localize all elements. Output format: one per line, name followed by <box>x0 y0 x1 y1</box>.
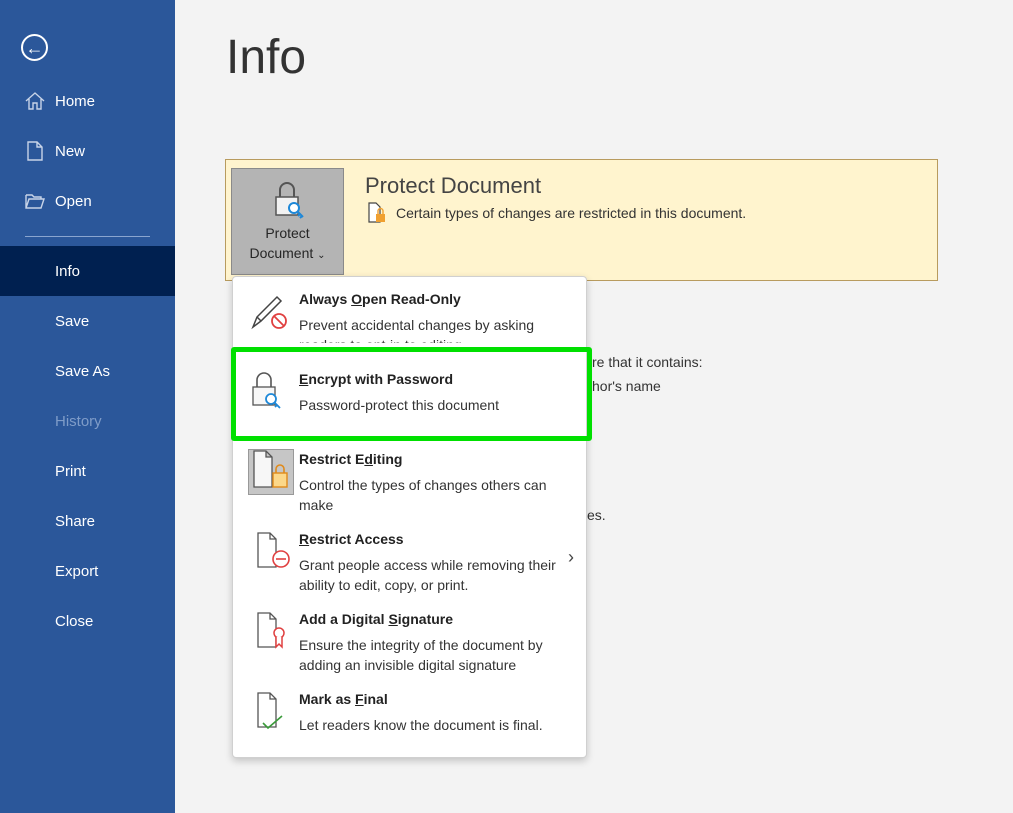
sidebar-item-label: Home <box>55 92 96 110</box>
sidebar-item-open[interactable]: Open <box>0 176 175 226</box>
protect-document-button[interactable]: Protect Document ⌄ <box>231 168 344 275</box>
sidebar-item-save[interactable]: Save <box>0 296 175 346</box>
inspect-text: re that it contains: <box>592 354 703 370</box>
sidebar-item-home[interactable]: Home <box>0 76 175 126</box>
sidebar-item-share[interactable]: Share <box>0 496 175 546</box>
sidebar-item-label: Share <box>55 512 96 530</box>
sidebar-item-label: Print <box>55 462 86 480</box>
access-key: F <box>355 691 364 707</box>
menu-title-part: Always <box>299 291 352 307</box>
document-restricted-icon <box>257 532 290 568</box>
inspect-text: es. <box>587 507 606 523</box>
back-arrow-icon[interactable]: ← <box>21 34 48 61</box>
sidebar-divider <box>25 236 150 237</box>
sidebar-item-label: Export <box>55 562 99 580</box>
sidebar-item-label: Save <box>55 312 90 330</box>
sidebar-item-label: Open <box>55 192 92 210</box>
button-label: Protect <box>265 225 310 241</box>
menu-item-description: Prevent accidental changes by asking rea… <box>299 317 535 343</box>
menu-item-restrict-access[interactable]: Restrict Access Grant people access whil… <box>233 521 586 601</box>
menu-item-description: Let readers know the document is final. <box>299 717 543 733</box>
menu-title-part: estrict Access <box>309 531 404 547</box>
sidebar-item-export[interactable]: Export <box>0 546 175 596</box>
menu-item-description: Control the types of changes others can … <box>299 477 547 513</box>
access-key: S <box>388 611 398 627</box>
sidebar-item-label: New <box>55 142 86 160</box>
button-label: Document <box>249 245 314 261</box>
pencil-prohibited-icon <box>251 295 287 330</box>
sidebar-item-history: History <box>0 396 175 446</box>
menu-item-mark-as-final[interactable]: Mark as Final Let readers know the docum… <box>233 681 586 761</box>
page-title: Info <box>226 31 307 84</box>
sidebar-item-label: Close <box>55 612 94 630</box>
document-ribbon-icon <box>257 612 285 649</box>
home-icon <box>25 92 45 110</box>
document-lock-icon <box>253 450 288 488</box>
chevron-down-icon: ⌄ <box>317 250 326 261</box>
sidebar-item-new[interactable]: New <box>0 126 175 176</box>
menu-item-description: Grant people access while removing their… <box>299 557 556 593</box>
protect-heading: Protect Document <box>365 173 542 198</box>
new-document-icon <box>27 141 43 161</box>
menu-title-part: Add a Digital <box>299 611 389 627</box>
menu-item-description: Ensure the integrity of the document by … <box>299 637 543 673</box>
menu-title-part: inal <box>363 691 388 707</box>
document-check-icon <box>257 692 283 730</box>
sidebar-item-print[interactable]: Print <box>0 446 175 496</box>
access-key: d <box>364 451 373 467</box>
menu-title-part: ignature <box>397 611 454 627</box>
menu-item-add-digital-signature[interactable]: Add a Digital Signature Ensure the integ… <box>233 601 586 681</box>
protect-description: Certain types of changes are restricted … <box>396 205 747 221</box>
access-key: O <box>351 291 363 307</box>
sidebar-item-label: Save As <box>55 362 111 380</box>
menu-title-part: Restrict E <box>299 451 365 467</box>
inspect-text: hor's name <box>592 378 661 394</box>
menu-item-restrict-editing[interactable]: Restrict Editing Control the types of ch… <box>233 441 586 521</box>
sidebar-item-save-as[interactable]: Save As <box>0 346 175 396</box>
highlight-box <box>231 347 592 441</box>
menu-title-part: Mark as <box>299 691 356 707</box>
folder-open-icon <box>25 194 45 209</box>
chevron-right-icon: › <box>568 547 574 567</box>
access-key: R <box>299 531 310 547</box>
backstage-sidebar: ← Home New Open Info Save Save As Histor… <box>0 0 175 813</box>
sidebar-item-label: History <box>55 412 102 430</box>
sidebar-item-label: Info <box>55 262 81 280</box>
lock-key-icon <box>275 182 304 219</box>
restricted-document-icon <box>368 202 385 223</box>
menu-title-part: iting <box>372 451 403 467</box>
menu-title-part: pen Read-Only <box>362 291 461 307</box>
sidebar-item-info[interactable]: Info <box>0 246 175 296</box>
sidebar-item-close[interactable]: Close <box>0 596 175 646</box>
